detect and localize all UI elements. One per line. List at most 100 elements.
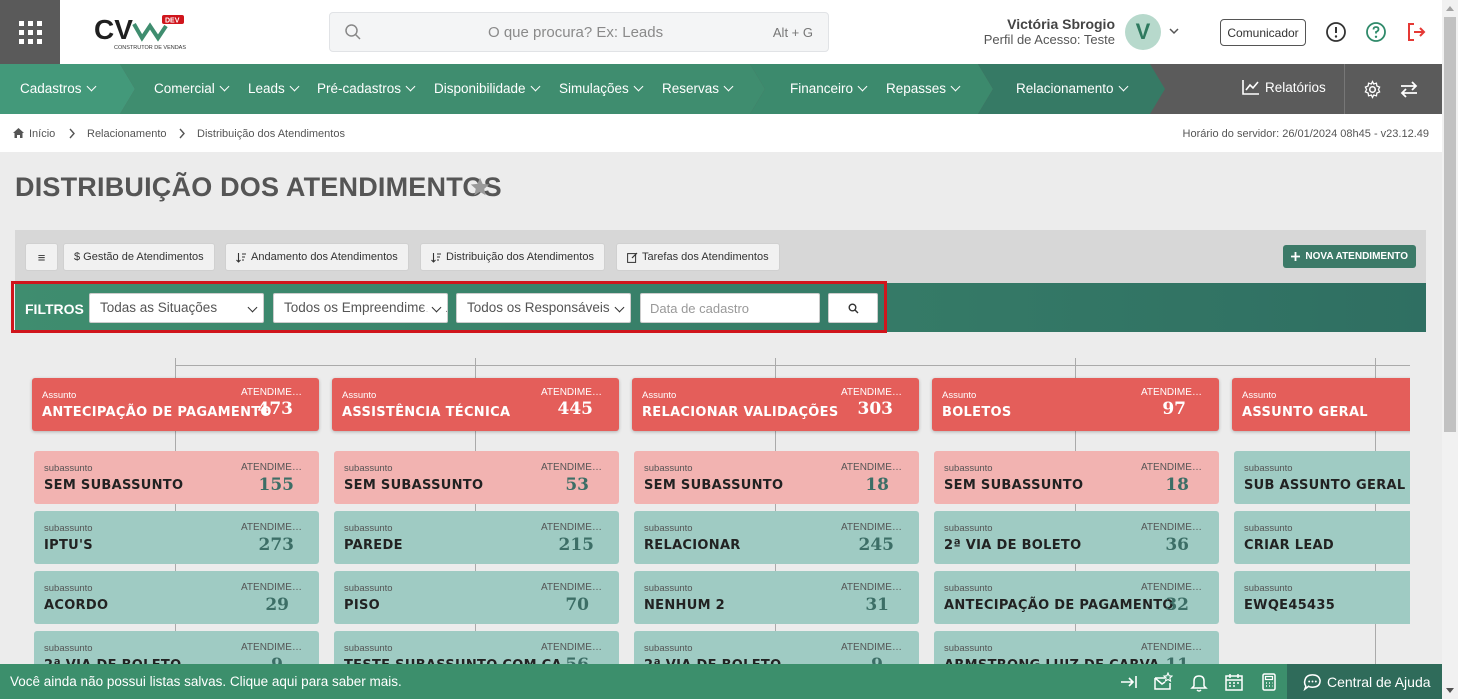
subassunto-card[interactable]: subassuntoEWQE45435ATENDIMENTOS [1234, 571, 1410, 624]
menu-toggle-button[interactable]: ≡ [25, 243, 58, 271]
nav-disponibilidade[interactable]: Disponibilidade [434, 81, 541, 96]
subassunto-card[interactable]: subassuntoTESTE SUBASSUNTO COM CAATENDIM… [334, 631, 619, 665]
subassunto-card[interactable]: subassunto SEM SUBASSUNTO ATENDIMENTOS 18 [934, 451, 1219, 504]
sort-icon [236, 252, 246, 263]
subassunto-card[interactable]: subassunto 2ª VIA DE BOLETO ATENDIMENTOS 36 [934, 511, 1219, 564]
swap-icon[interactable] [1399, 80, 1419, 99]
tree-connector [1075, 358, 1076, 378]
assunto-card[interactable]: AssuntoASSUNTO GERALATENDIMENTOS [1232, 378, 1410, 431]
scrollbar-thumb[interactable] [1444, 17, 1456, 432]
new-attendance-button[interactable]: NOVA ATENDIMENTO [1283, 245, 1416, 268]
count-label: ATENDIMENTOS [241, 642, 309, 653]
subassunto-name: SEM SUBASSUNTO [644, 478, 784, 493]
nav-financeiro[interactable]: Financeiro [790, 81, 868, 96]
subassunto-label: subassunto [44, 523, 93, 534]
gear-icon[interactable] [1363, 80, 1382, 99]
count-label: ATENDIMENTOS [841, 387, 909, 398]
nav-pre-cadastros[interactable]: Pré-cadastros [317, 81, 416, 96]
assunto-name: BOLETOS [942, 405, 1012, 420]
user-info[interactable]: Victória Sbrogio Perfil de Acesso: Teste [984, 16, 1115, 48]
nav-relatorios[interactable]: Relatórios [1242, 79, 1326, 95]
subassunto-name: ACORDO [44, 598, 109, 613]
bell-icon[interactable] [1189, 672, 1209, 692]
assunto-card[interactable]: Assunto ASSISTÊNCIA TÉCNICA ATENDIMENTOS44… [332, 378, 619, 431]
subassunto-card[interactable]: subassuntoARMSTRONG LUIZ DE CARVAATENDIM… [934, 631, 1219, 665]
communicator-button[interactable]: Comunicador [1220, 19, 1306, 46]
count-label: ATENDIMENTOS [241, 582, 309, 593]
logo[interactable]: CV DEV CONSTRUTOR DE VENDAS [94, 12, 189, 52]
count-label: ATENDIMENTOS [241, 522, 309, 533]
breadcrumb-relacionamento[interactable]: Relacionamento [87, 128, 167, 140]
nav-cadastros[interactable]: Cadastros [20, 81, 96, 96]
assunto-card[interactable]: Assunto BOLETOS ATENDIMENTOS97 [932, 378, 1219, 431]
avatar[interactable]: V [1125, 14, 1161, 50]
tab-tarefas[interactable]: Tarefas dos Atendimentos [616, 243, 780, 271]
subassunto-card[interactable]: subassunto PAREDE ATENDIMENTOS 215 [334, 511, 619, 564]
subassunto-name: EWQE45435 [1244, 598, 1336, 613]
tab-distribuicao[interactable]: Distribuição dos Atendimentos [420, 243, 605, 271]
toolbar: ≡ $ Gestão de Atendimentos Andamento dos… [15, 230, 1426, 283]
subassunto-card[interactable]: subassunto2ª VIA DE BOLETOATENDIMENTOS9 [634, 631, 919, 665]
sort-icon [431, 252, 441, 263]
tab-andamento[interactable]: Andamento dos Atendimentos [225, 243, 409, 271]
count-label: ATENDIMENTOS [1141, 642, 1209, 653]
subassunto-name: CRIAR LEAD [1244, 538, 1335, 553]
count-label: ATENDIMENTOS [541, 462, 609, 473]
subassunto-card[interactable]: subassunto PISO ATENDIMENTOS 70 [334, 571, 619, 624]
nav-reservas[interactable]: Reservas [662, 81, 734, 96]
subassunto-card[interactable]: subassuntoCRIAR LEADATENDIMENTOS [1234, 511, 1410, 564]
chevron-down-icon[interactable] [1167, 24, 1181, 38]
subassunto-card[interactable]: subassunto RELACIONAR ATENDIMENTOS 245 [634, 511, 919, 564]
tree-connector [175, 365, 1410, 366]
tree-connector [475, 358, 476, 378]
subassunto-card[interactable]: subassunto ACORDO ATENDIMENTOS 29 [34, 571, 319, 624]
nav-repasses[interactable]: Repasses [886, 81, 961, 96]
subassunto-count: 215 [558, 535, 595, 555]
assunto-card[interactable]: Assunto ANTECIPAÇÃO DE PAGAMENTO ATENDIMEN… [32, 378, 319, 431]
help-icon[interactable] [1364, 20, 1388, 44]
subassunto-name: IPTU'S [44, 538, 93, 553]
subassunto-label: subassunto [644, 523, 693, 534]
assunto-count: 97 [1162, 399, 1186, 419]
logout-icon[interactable] [1404, 20, 1428, 44]
nav-simulacoes[interactable]: Simulações [559, 81, 644, 96]
star-icon[interactable] [469, 176, 491, 198]
subassunto-card[interactable]: subassunto SEM SUBASSUNTO ATENDIMENTOS 53 [334, 451, 619, 504]
subassunto-card[interactable]: subassunto2ª VIA DE BOLETOATENDIMENTOS9 [34, 631, 319, 665]
subassunto-card[interactable]: subassuntoSUB ASSUNTO GERAL SEMATENDIMEN… [1234, 451, 1410, 504]
assunto-card[interactable]: Assunto RELACIONAR VALIDAÇÕESATENDIMENTOS… [632, 378, 919, 431]
arrow-to-right-icon[interactable] [1119, 672, 1139, 692]
subassunto-card[interactable]: subassunto SEM SUBASSUNTO ATENDIMENTOS 155 [34, 451, 319, 504]
search-placeholder: O que procura? Ex: Leads [488, 24, 664, 41]
calculator-icon[interactable] [1259, 672, 1279, 692]
assunto-label: Assunto [942, 390, 977, 401]
subassunto-name: SEM SUBASSUNTO [44, 478, 184, 493]
subassunto-card[interactable]: subassunto NENHUM 2 ATENDIMENTOS 31 [634, 571, 919, 624]
scroll-down-icon[interactable] [1446, 688, 1454, 694]
count-label: ATENDIMENTOS [241, 462, 309, 473]
count-label: ATENDIMENTOS [241, 387, 309, 398]
tab-gestao[interactable]: $ Gestão de Atendimentos [63, 243, 215, 271]
breadcrumb: Início Relacionamento Distribuição dos A… [0, 114, 1442, 152]
apps-menu-button[interactable] [0, 0, 60, 64]
nav-relacionamento[interactable]: Relacionamento [1016, 81, 1129, 96]
scroll-up-icon[interactable] [1446, 5, 1454, 11]
calendar-icon[interactable] [1224, 672, 1244, 692]
saved-lists-message[interactable]: Você ainda não possui listas salvas. Cli… [10, 674, 402, 689]
subassunto-card[interactable]: subassunto SEM SUBASSUNTO ATENDIMENTOS 18 [634, 451, 919, 504]
info-icon[interactable] [1324, 20, 1348, 44]
subassunto-card[interactable]: subassunto IPTU'S ATENDIMENTOS 273 [34, 511, 319, 564]
global-search[interactable]: O que procura? Ex: Leads Alt + G [329, 12, 829, 52]
count-label: ATENDIMENTOS [1141, 582, 1209, 593]
count-label: ATENDIMENTOS [1141, 522, 1209, 533]
help-center-button[interactable]: Central de Ajuda [1287, 664, 1442, 699]
nav-leads[interactable]: Leads [248, 81, 300, 96]
tree-connector [775, 358, 776, 378]
breadcrumb-inicio[interactable]: Início [29, 128, 55, 140]
nav-comercial[interactable]: Comercial [154, 81, 230, 96]
subassunto-card[interactable]: subassunto ANTECIPAÇÃO DE PAGAMENTO ATENDI… [934, 571, 1219, 624]
assunto-name: ASSUNTO GERAL [1242, 405, 1368, 420]
count-label: ATENDIMENTOS [841, 582, 909, 593]
page-scrollbar[interactable] [1442, 0, 1458, 699]
mail-star-icon[interactable] [1153, 672, 1173, 692]
